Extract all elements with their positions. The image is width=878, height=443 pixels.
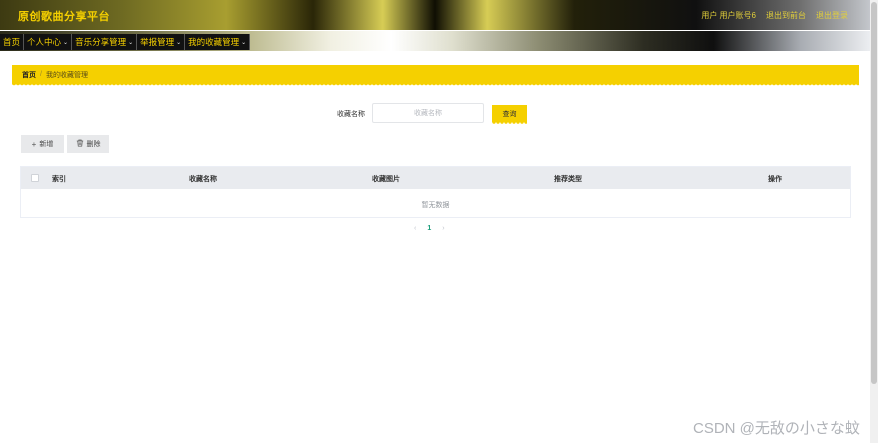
add-button-label: 新增 xyxy=(39,141,54,148)
breadcrumb-separator: / xyxy=(40,71,42,78)
chevron-down-icon: ⌄ xyxy=(176,39,182,46)
delete-button[interactable]: 删除 xyxy=(67,135,109,153)
plus-icon: + xyxy=(31,139,37,149)
menu-item-label: 我的收藏管理 xyxy=(188,37,240,47)
main-menu: 首页 个人中心 ⌄ 音乐分享管理 ⌄ 举报管理 ⌄ 我的收藏管理 ⌄ xyxy=(0,31,870,51)
query-button-label: 查询 xyxy=(502,110,517,118)
menu-item-label: 首页 xyxy=(3,37,21,47)
search-label: 收藏名称 xyxy=(337,111,365,118)
breadcrumb-current: 我的收藏管理 xyxy=(45,71,88,79)
select-all-checkbox[interactable] xyxy=(31,174,39,182)
prev-page-button[interactable]: ‹ xyxy=(414,225,416,232)
favorites-table: 索引 收藏名称 收藏图片 推荐类型 操作 暂无数据 xyxy=(20,166,851,218)
page: 原创歌曲分享平台 用户 用户账号6 退出到前台 退出登录 首页 个人中心 ⌄ 音… xyxy=(0,0,878,443)
menu-item-label: 个人中心 xyxy=(27,37,62,47)
delete-button-label: 删除 xyxy=(86,141,101,148)
query-button[interactable]: 查询 xyxy=(492,105,527,125)
table-header: 索引 收藏名称 收藏图片 推荐类型 操作 xyxy=(21,167,850,189)
back-to-frontend-link[interactable]: 退出到前台 xyxy=(766,10,806,21)
table-empty-text: 暂无数据 xyxy=(421,202,450,209)
chevron-down-icon: ⌄ xyxy=(128,39,134,46)
next-page-button[interactable]: › xyxy=(442,225,444,232)
column-header-favorite-name: 收藏名称 xyxy=(189,176,217,183)
add-button[interactable]: + 新增 xyxy=(21,135,64,153)
breadcrumb: 首页 / 我的收藏管理 xyxy=(12,65,859,87)
menu-bar: 首页 个人中心 ⌄ 音乐分享管理 ⌄ 举报管理 ⌄ 我的收藏管理 ⌄ xyxy=(0,31,870,51)
vertical-scrollbar[interactable] xyxy=(870,0,878,443)
chevron-down-icon: ⌄ xyxy=(241,39,247,46)
column-header-recommend-type: 推荐类型 xyxy=(554,176,582,183)
watermark: CSDN @无敌の小さな蚊 xyxy=(693,420,860,437)
header-links: 用户 用户账号6 退出到前台 退出登录 xyxy=(701,10,848,21)
chevron-down-icon: ⌄ xyxy=(63,39,69,46)
app-title: 原创歌曲分享平台 xyxy=(18,11,110,23)
menu-item-home[interactable]: 首页 xyxy=(0,34,25,50)
logout-link[interactable]: 退出登录 xyxy=(816,10,848,21)
menu-item-my-favorites[interactable]: 我的收藏管理 ⌄ xyxy=(185,34,251,50)
menu-item-music-share[interactable]: 音乐分享管理 ⌄ xyxy=(72,34,138,50)
menu-item-label: 音乐分享管理 xyxy=(75,37,127,47)
column-header-favorite-image: 收藏图片 xyxy=(372,176,400,183)
breadcrumb-home[interactable]: 首页 xyxy=(22,70,36,80)
column-header-actions: 操作 xyxy=(768,176,782,183)
trash-icon xyxy=(76,139,84,149)
menu-item-report[interactable]: 举报管理 ⌄ xyxy=(137,34,186,50)
search-form: 收藏名称 查询 xyxy=(0,103,870,125)
column-header-index: 索引 xyxy=(52,176,66,183)
top-header: 原创歌曲分享平台 用户 用户账号6 退出到前台 退出登录 xyxy=(0,0,870,30)
scrollbar-thumb[interactable] xyxy=(871,2,877,384)
favorite-name-search-input[interactable] xyxy=(372,103,484,123)
menu-item-label: 举报管理 xyxy=(140,37,175,47)
menu-item-personal-center[interactable]: 个人中心 ⌄ xyxy=(24,34,73,50)
current-user-label: 用户 用户账号6 xyxy=(701,11,756,20)
page-number-current[interactable]: 1 xyxy=(427,225,431,232)
pagination: ‹ 1 › xyxy=(414,225,445,232)
